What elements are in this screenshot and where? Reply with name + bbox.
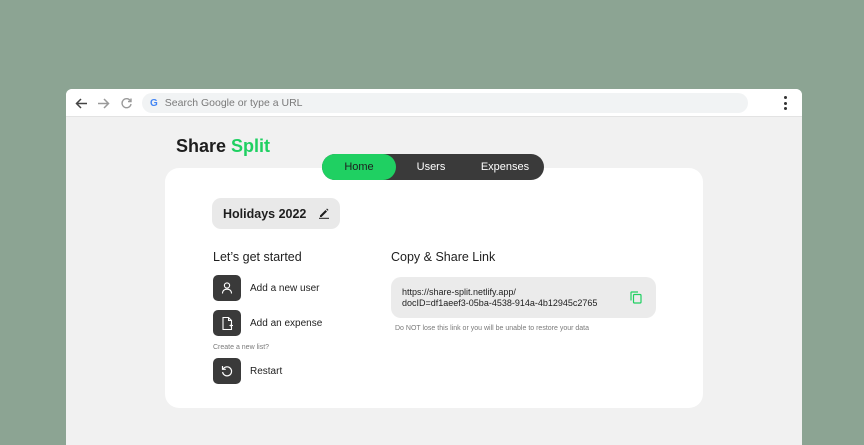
browser-window: G Search Google or type a URL Share Spli… [66, 89, 802, 445]
forward-arrow-icon[interactable] [94, 94, 112, 112]
add-expense-label: Add an expense [250, 317, 323, 329]
list-name: Holidays 2022 [223, 206, 307, 221]
add-file-icon [213, 310, 241, 336]
brand-main: Share [176, 136, 227, 156]
tab-expenses[interactable]: Expenses [466, 154, 544, 180]
new-list-hint: Create a new list? [213, 344, 270, 351]
pencil-icon[interactable] [318, 207, 330, 219]
share-link-line-1: https://share-split.netlify.app/ [402, 287, 516, 297]
google-icon: G [150, 97, 158, 109]
add-user-button[interactable]: Add a new user [213, 275, 320, 301]
omnibox-placeholder: Search Google or type a URL [164, 97, 303, 109]
user-icon [213, 275, 241, 301]
restart-label: Restart [250, 365, 283, 377]
back-arrow-icon[interactable] [72, 94, 90, 112]
share-link-box[interactable]: https://share-split.netlify.app/ docID=d… [391, 277, 656, 318]
main-card: Holidays 2022 Let’s get started Add a ne… [165, 168, 703, 408]
share-link-line-2: docID=df1aeef3-05ba-4538-914a-4b12945c27… [402, 298, 598, 308]
tab-users[interactable]: Users [396, 154, 466, 180]
brand-accent: Split [231, 136, 271, 156]
app-logo: Share Split [176, 136, 270, 157]
more-vert-icon[interactable] [780, 96, 790, 110]
nav-tabs: Home Users Expenses [322, 154, 544, 180]
tab-home[interactable]: Home [322, 154, 396, 180]
omnibox[interactable]: G Search Google or type a URL [142, 93, 748, 113]
restart-button[interactable]: Restart [213, 358, 282, 384]
restart-icon [213, 358, 241, 384]
getting-started-title: Let’s get started [213, 250, 302, 264]
copy-icon[interactable] [630, 291, 642, 304]
list-name-chip[interactable]: Holidays 2022 [212, 198, 340, 229]
browser-toolbar: G Search Google or type a URL [66, 89, 802, 117]
add-user-label: Add a new user [250, 282, 320, 294]
link-warning: Do NOT lose this link or you will be una… [395, 325, 590, 332]
share-title: Copy & Share Link [391, 250, 496, 264]
reload-icon[interactable] [117, 94, 135, 112]
add-expense-button[interactable]: Add an expense [213, 310, 322, 336]
